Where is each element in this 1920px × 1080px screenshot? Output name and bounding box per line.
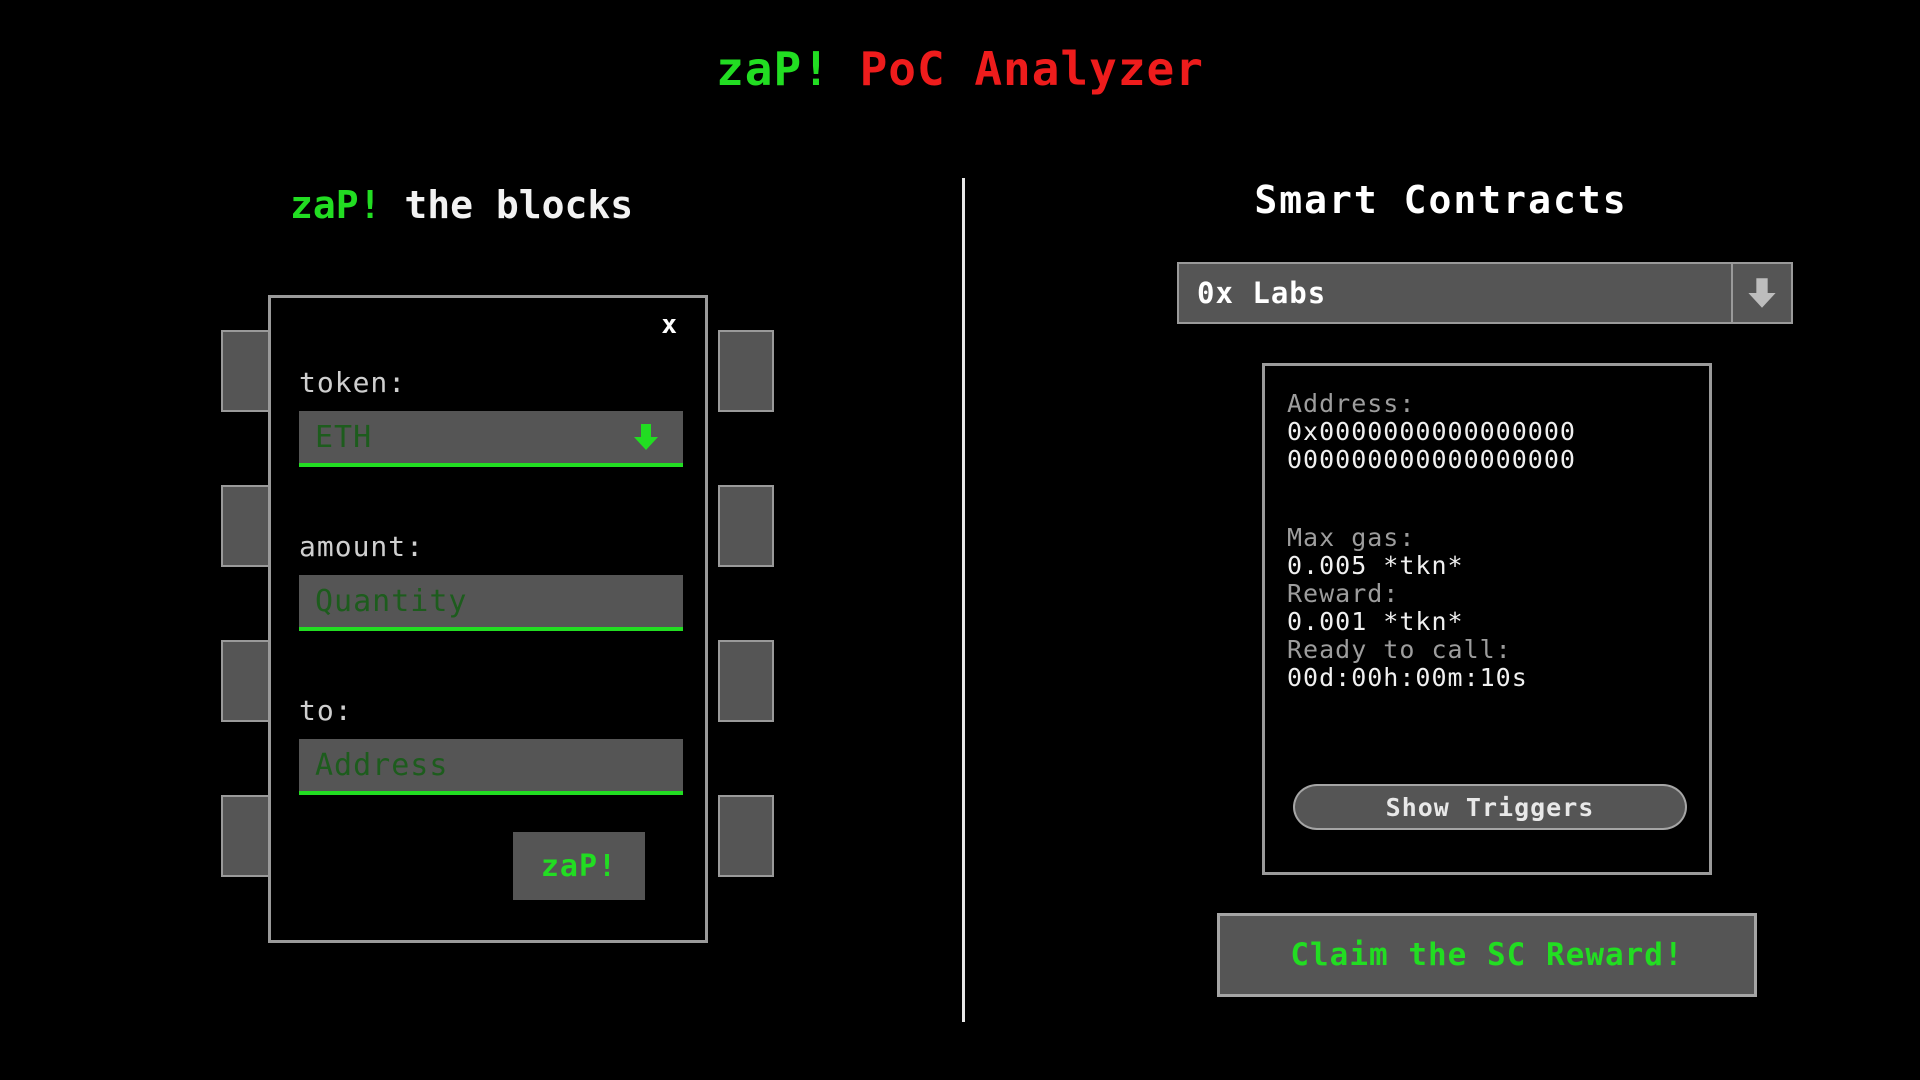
- ready-to-call-countdown: 00d:00h:00m:10s: [1287, 663, 1528, 692]
- show-triggers-button[interactable]: Show Triggers: [1293, 784, 1687, 830]
- token-value: ETH: [315, 419, 373, 455]
- contract-select-value: 0x Labs: [1197, 276, 1327, 310]
- amount-placeholder: Quantity: [315, 583, 468, 619]
- amount-label: amount:: [299, 530, 425, 563]
- app-root: zaP! PoC Analyzer zaP! the blocks x toke…: [0, 0, 1920, 1080]
- contract-select[interactable]: 0x Labs: [1177, 262, 1793, 324]
- left-panel-heading: zaP! the blocks: [290, 183, 633, 227]
- claim-reward-button[interactable]: Claim the SC Reward!: [1217, 913, 1757, 997]
- ready-to-call-label: Ready to call:: [1287, 635, 1512, 664]
- close-icon[interactable]: x: [661, 312, 677, 338]
- right-panel-heading: Smart Contracts: [1254, 178, 1628, 222]
- blockchain-block: [718, 330, 774, 412]
- contract-info-box: Address: 0x0000000000000000 000000000000…: [1262, 363, 1712, 875]
- max-gas-label: Max gas:: [1287, 523, 1416, 552]
- address-value-line-2: 000000000000000000: [1287, 445, 1576, 474]
- blockchain-block: [718, 795, 774, 877]
- zap-dialog: x token: ETH amount: Quantity to: Addres…: [268, 295, 708, 943]
- to-address-input[interactable]: Address: [299, 739, 683, 795]
- field-group-amount: amount: Quantity: [299, 530, 683, 631]
- to-label: to:: [299, 694, 353, 727]
- arrow-down-icon: [631, 422, 661, 452]
- max-gas-value: 0.005 *tkn*: [1287, 551, 1464, 580]
- address-label: Address:: [1287, 389, 1416, 418]
- reward-value: 0.001 *tkn*: [1287, 607, 1464, 636]
- field-group-token: token: ETH: [299, 366, 683, 467]
- to-address-placeholder: Address: [315, 747, 449, 783]
- left-heading-rest: the blocks: [381, 183, 634, 227]
- right-panel: Smart Contracts 0x Labs Address: 0x00000…: [962, 0, 1920, 1080]
- left-panel: zaP! the blocks x token: ETH amount: Qua…: [0, 0, 960, 1080]
- arrow-down-icon[interactable]: [1731, 264, 1791, 322]
- left-heading-accent: zaP!: [290, 183, 382, 227]
- blockchain-block: [718, 640, 774, 722]
- field-group-to: to: Address: [299, 694, 683, 795]
- address-value-line-1: 0x0000000000000000: [1287, 417, 1576, 446]
- token-select[interactable]: ETH: [299, 411, 683, 467]
- amount-input[interactable]: Quantity: [299, 575, 683, 631]
- reward-label: Reward:: [1287, 579, 1400, 608]
- blockchain-block: [718, 485, 774, 567]
- zap-submit-button[interactable]: zaP!: [513, 832, 645, 900]
- token-label: token:: [299, 366, 407, 399]
